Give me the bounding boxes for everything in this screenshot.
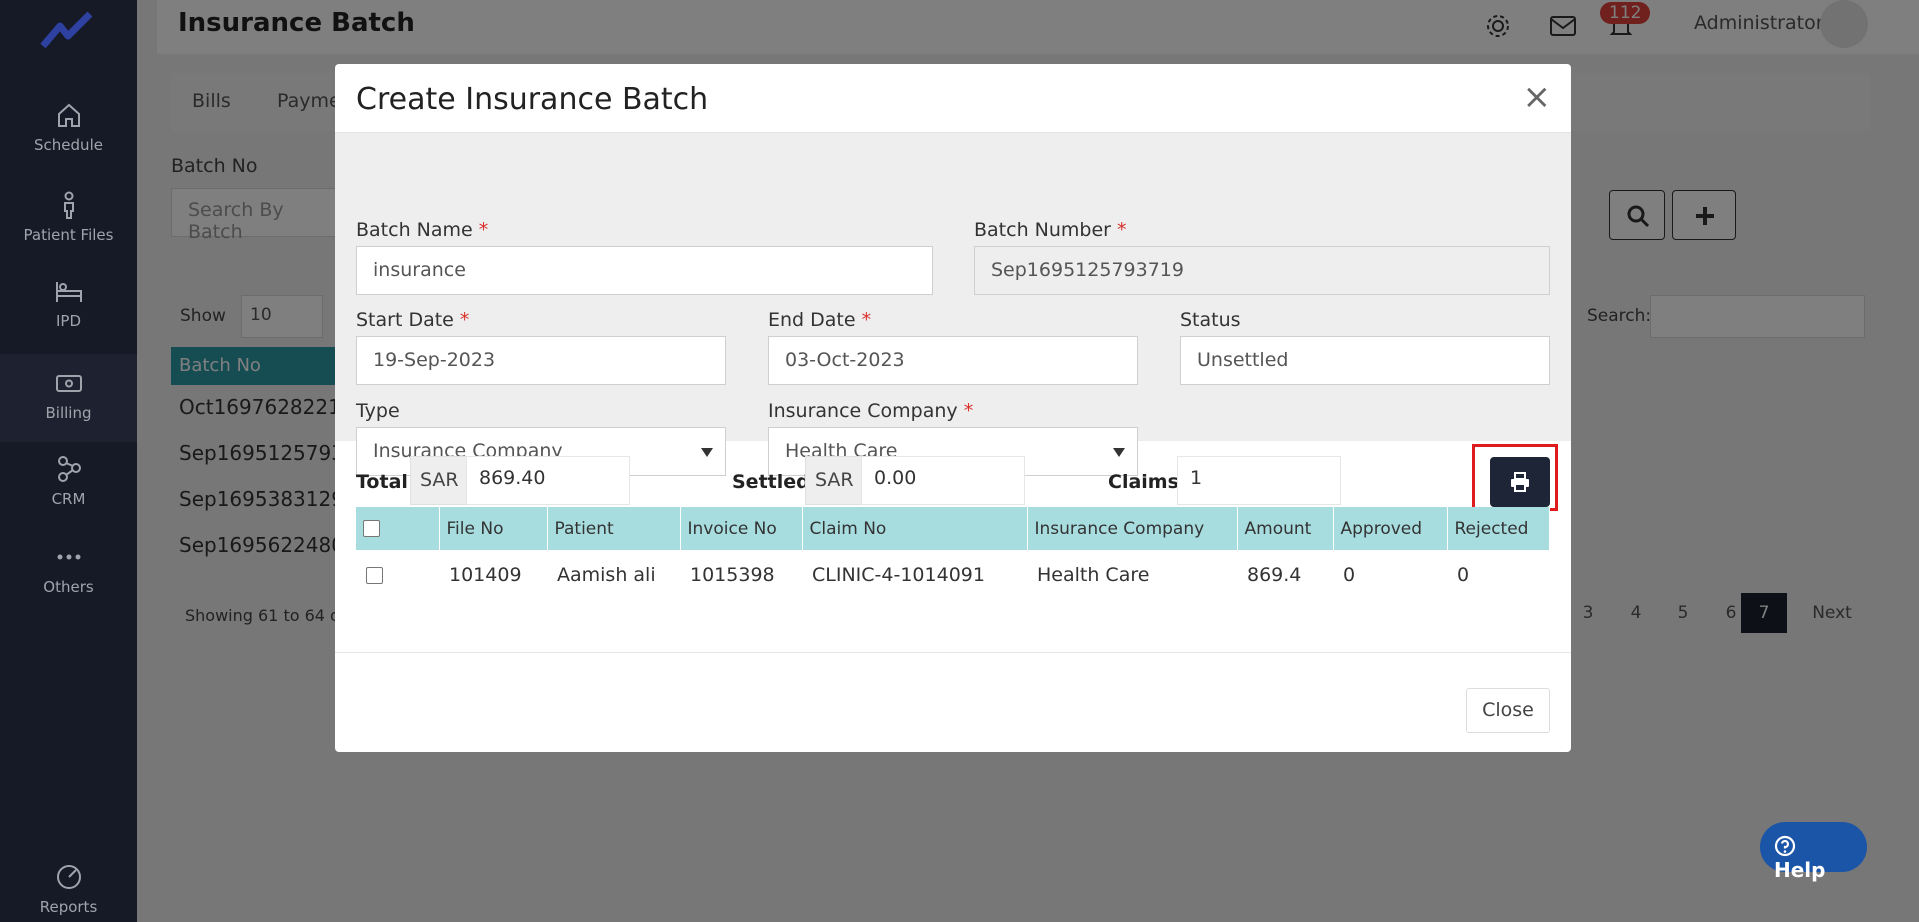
- batch-name-input[interactable]: insurance: [356, 246, 933, 295]
- column-header[interactable]: Patient: [547, 507, 681, 550]
- select-all-cell: [356, 507, 440, 550]
- column-header[interactable]: File No: [439, 507, 548, 550]
- column-header[interactable]: Invoice No: [680, 507, 803, 550]
- chevron-down-icon: [701, 448, 713, 457]
- settled-label: Settled:: [732, 471, 816, 493]
- question-circle-icon: [1774, 835, 1796, 857]
- select-all-checkbox[interactable]: [363, 520, 380, 537]
- start-date-label: Start Date *: [356, 309, 470, 331]
- column-header[interactable]: Amount: [1237, 507, 1334, 550]
- type-label: Type: [356, 400, 400, 422]
- total-currency: SAR: [410, 456, 469, 505]
- file-no-cell: 101409: [449, 564, 522, 586]
- status-input[interactable]: Unsettled: [1180, 336, 1550, 385]
- column-header[interactable]: Approved: [1333, 507, 1448, 550]
- create-insurance-batch-modal: Create Insurance Batch × Batch Name * in…: [335, 64, 1571, 752]
- help-label: Help: [1774, 858, 1826, 882]
- table-row[interactable]: 101409 Aamish ali 1015398 CLINIC-4-10140…: [356, 550, 1550, 600]
- total-label: Total:: [356, 471, 414, 493]
- approved-cell: 0: [1343, 564, 1356, 586]
- claim-no-cell: CLINIC-4-1014091: [812, 564, 985, 586]
- close-button[interactable]: Close: [1466, 688, 1550, 733]
- column-header[interactable]: Rejected: [1447, 507, 1550, 550]
- insurance-company-label: Insurance Company *: [768, 400, 974, 422]
- row-select-cell: [356, 550, 439, 600]
- patient-cell: Aamish ali: [557, 564, 656, 586]
- print-button[interactable]: [1490, 457, 1550, 507]
- end-date-label: End Date *: [768, 309, 872, 331]
- sidebar-backdrop: [0, 0, 137, 922]
- help-button[interactable]: Help: [1760, 822, 1867, 882]
- claims-input[interactable]: 1: [1177, 456, 1341, 505]
- status-label: Status: [1180, 309, 1241, 331]
- invoice-no-cell: 1015398: [690, 564, 775, 586]
- settled-currency: SAR: [805, 456, 864, 505]
- batch-name-label: Batch Name *: [356, 219, 489, 241]
- table-header-row: File No Patient Invoice No Claim No Insu…: [356, 507, 1550, 550]
- close-icon[interactable]: ×: [1523, 80, 1552, 114]
- row-checkbox[interactable]: [366, 567, 383, 584]
- claims-label: Claims:: [1108, 471, 1185, 493]
- total-input[interactable]: 869.40: [466, 456, 630, 505]
- form-area: Batch Name * insurance Batch Number * Se…: [335, 133, 1571, 476]
- column-header[interactable]: Claim No: [802, 507, 1028, 550]
- batch-number-label: Batch Number *: [974, 219, 1127, 241]
- insurance-company-cell: Health Care: [1037, 564, 1150, 586]
- chevron-down-icon: [1113, 448, 1125, 457]
- printer-icon: [1511, 472, 1529, 492]
- modal-header: Create Insurance Batch ×: [335, 64, 1571, 133]
- rejected-cell: 0: [1457, 564, 1470, 586]
- modal-footer: Close: [335, 652, 1571, 752]
- batch-number-input[interactable]: Sep1695125793719: [974, 246, 1550, 295]
- modal-title: Create Insurance Batch: [356, 82, 709, 117]
- claims-table: File No Patient Invoice No Claim No Insu…: [356, 507, 1550, 600]
- column-header[interactable]: Insurance Company: [1027, 507, 1238, 550]
- start-date-input[interactable]: 19-Sep-2023: [356, 336, 726, 385]
- amount-cell: 869.4: [1247, 564, 1302, 586]
- end-date-input[interactable]: 03-Oct-2023: [768, 336, 1138, 385]
- settled-input[interactable]: 0.00: [861, 456, 1025, 505]
